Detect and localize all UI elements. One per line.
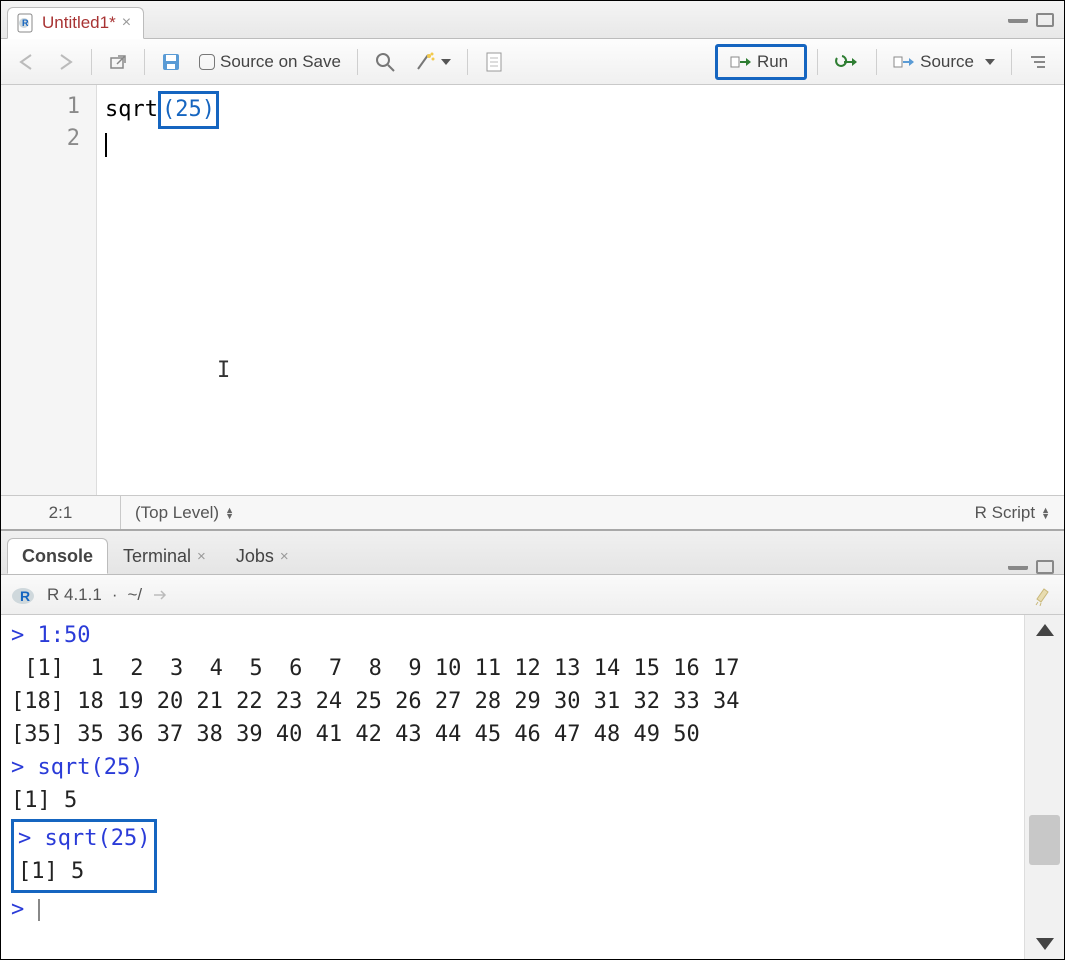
chevron-down-icon	[441, 59, 451, 65]
console-line: [35] 35 36 37 38 39 40 41 42 43 44 45 46…	[11, 722, 700, 747]
sort-arrows-icon: ▲▼	[1041, 507, 1050, 519]
source-label: Source	[920, 52, 974, 72]
r-logo-icon: R	[11, 582, 37, 608]
compile-report-button[interactable]	[478, 48, 510, 76]
close-icon[interactable]: ×	[122, 14, 131, 32]
rerun-button[interactable]	[828, 51, 866, 73]
scroll-down-button[interactable]	[1025, 929, 1064, 959]
close-icon[interactable]: ×	[280, 548, 289, 565]
console-prompt[interactable]: >	[11, 897, 38, 922]
chevron-down-icon	[985, 59, 995, 65]
tab-terminal[interactable]: Terminal ×	[108, 538, 221, 574]
working-dir[interactable]: ~/	[127, 585, 142, 605]
source-tab-strip: R Untitled1* ×	[1, 1, 1064, 39]
text-cursor	[38, 899, 40, 921]
maximize-pane-icon[interactable]	[1036, 13, 1054, 27]
console-line: > 1:50	[11, 623, 90, 648]
svg-text:R: R	[20, 588, 30, 604]
console-line: [1] 5	[11, 788, 77, 813]
function-name: sqrt	[105, 97, 158, 122]
code-line-1: sqrt(25)	[105, 91, 1064, 129]
scroll-up-button[interactable]	[1025, 615, 1064, 645]
source-on-save-label: Source on Save	[220, 52, 341, 72]
console-line: > sqrt(25)	[11, 755, 143, 780]
line-number: 1	[1, 91, 80, 123]
sort-arrows-icon: ▲▼	[225, 507, 234, 519]
clear-console-icon[interactable]	[1032, 584, 1054, 606]
dot-separator: ·	[112, 585, 118, 605]
find-button[interactable]	[368, 48, 402, 76]
console-body: > 1:50 [1] 1 2 3 4 5 6 7 8 9 10 11 12 13…	[1, 615, 1064, 959]
file-type-label: R Script	[975, 503, 1035, 523]
nav-forward-button[interactable]	[49, 50, 81, 74]
popout-button[interactable]	[102, 50, 134, 74]
code-content[interactable]: sqrt(25) I	[97, 85, 1064, 495]
maximize-pane-icon[interactable]	[1036, 560, 1054, 574]
tab-console[interactable]: Console	[7, 538, 108, 574]
console-line: [1] 5	[18, 859, 84, 884]
run-label: Run	[757, 52, 788, 72]
pane-window-buttons	[1008, 560, 1064, 574]
run-button[interactable]: Run	[724, 49, 794, 75]
outline-button[interactable]	[1022, 50, 1054, 74]
file-tab-title: Untitled1*	[42, 13, 116, 33]
scroll-thumb[interactable]	[1029, 815, 1060, 865]
scope-selector[interactable]: (Top Level) ▲▼	[121, 503, 248, 523]
tab-jobs[interactable]: Jobs ×	[221, 538, 304, 574]
console-pane: Console Terminal × Jobs × R R 4.1.1 · ~/	[1, 531, 1064, 959]
console-line: > sqrt(25)	[18, 826, 150, 851]
tab-console-label: Console	[22, 546, 93, 567]
file-type-selector[interactable]: R Script ▲▼	[961, 503, 1064, 523]
source-pane: R Untitled1* × Source on Save	[1, 1, 1064, 531]
pane-window-buttons	[1008, 13, 1064, 27]
close-icon[interactable]: ×	[197, 548, 206, 565]
source-on-save-checkbox[interactable]: Source on Save	[193, 49, 347, 75]
cursor-position[interactable]: 2:1	[1, 496, 121, 529]
source-button[interactable]: Source	[887, 49, 1001, 75]
source-toolbar: Source on Save Run Source	[1, 39, 1064, 85]
r-version-label: R 4.1.1	[47, 585, 102, 605]
tab-jobs-label: Jobs	[236, 546, 274, 567]
code-line-2	[105, 129, 1064, 161]
code-argument-highlight: (25)	[158, 91, 219, 129]
tab-terminal-label: Terminal	[123, 546, 191, 567]
console-scrollbar[interactable]	[1024, 615, 1064, 959]
console-output[interactable]: > 1:50 [1] 1 2 3 4 5 6 7 8 9 10 11 12 13…	[1, 615, 1024, 959]
scope-label: (Top Level)	[135, 503, 219, 523]
checkbox-icon	[199, 54, 215, 70]
file-tab[interactable]: R Untitled1* ×	[7, 7, 144, 39]
code-tools-button[interactable]	[408, 48, 457, 76]
code-editor[interactable]: 1 2 sqrt(25) I	[1, 85, 1064, 495]
console-tab-strip: Console Terminal × Jobs ×	[1, 531, 1064, 575]
line-number: 2	[1, 123, 80, 155]
console-header: R R 4.1.1 · ~/	[1, 575, 1064, 615]
text-cursor	[105, 133, 107, 157]
minimize-pane-icon[interactable]	[1008, 17, 1028, 23]
console-line: [18] 18 19 20 21 22 23 24 25 26 27 28 29…	[11, 689, 739, 714]
svg-text:R: R	[22, 18, 29, 28]
minimize-pane-icon[interactable]	[1008, 564, 1028, 570]
console-output-highlight: > sqrt(25) [1] 5	[11, 819, 157, 893]
share-icon[interactable]	[152, 587, 170, 603]
run-button-highlight: Run	[715, 44, 807, 80]
line-gutter: 1 2	[1, 85, 97, 495]
r-file-icon: R	[16, 13, 36, 33]
source-statusbar: 2:1 (Top Level) ▲▼ R Script ▲▼	[1, 495, 1064, 529]
nav-back-button[interactable]	[11, 50, 43, 74]
save-button[interactable]	[155, 49, 187, 75]
ibeam-cursor-icon: I	[217, 355, 230, 387]
console-line: [1] 1 2 3 4 5 6 7 8 9 10 11 12 13 14 15 …	[11, 656, 739, 681]
